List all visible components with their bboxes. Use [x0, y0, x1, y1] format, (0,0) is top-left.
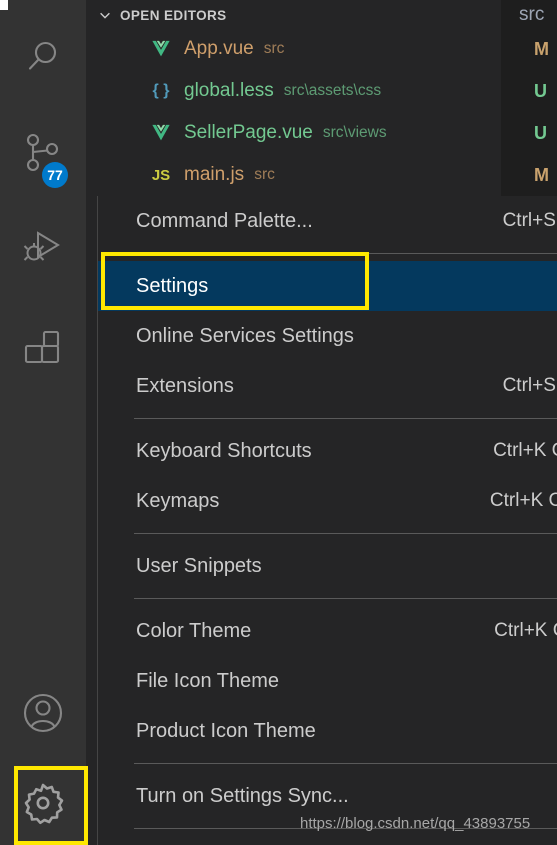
menu-item-label: Online Services Settings — [136, 324, 354, 347]
open-editor-path: src — [254, 166, 275, 183]
menu-item-label: Command Palette... — [136, 209, 313, 232]
activity-run-debug-button[interactable] — [0, 206, 86, 292]
explorer-sidebar: OPEN EDITORS App.vue src M { } global.le… — [86, 0, 549, 196]
open-editor-name: main.js — [184, 164, 245, 185]
extensions-icon — [22, 328, 64, 370]
js-file-icon: JS — [151, 166, 171, 184]
open-editor-name: global.less — [184, 80, 274, 101]
editor-tab-label[interactable]: src — [519, 4, 544, 26]
vscode-window: src OPEN EDITORS App.vue src M {} globa… — [0, 0, 557, 845]
menu-item-shortcut: Ctrl+Shift+P — [502, 210, 557, 231]
menu-item-check-for-updates[interactable]: Check for Updates... — [98, 836, 557, 845]
activity-account-button[interactable] — [0, 670, 86, 756]
menu-item-keymaps[interactable]: Keymaps Ctrl+K Ctrl+M — [98, 476, 557, 526]
open-editor-row[interactable]: SellerPage.vue src\views U — [86, 116, 547, 150]
activity-source-control-button[interactable]: 77 — [0, 110, 86, 196]
open-editor-path: src — [263, 40, 285, 57]
open-editor-row[interactable]: JS main.js src M — [86, 158, 549, 192]
less-file-icon: { } — [152, 82, 170, 99]
open-editor-status: U — [534, 80, 547, 101]
chevron-down-icon[interactable] — [98, 8, 112, 22]
open-editor-path: src\assets\css — [283, 82, 382, 99]
source-control-badge: 77 — [42, 162, 68, 188]
menu-item-label: Keymaps — [136, 489, 220, 512]
run-and-debug-icon — [21, 227, 65, 271]
menu-separator — [134, 763, 557, 764]
open-editor-name: App.vue — [184, 38, 254, 59]
watermark-text: https://blog.csdn.net/qq_43893755 — [300, 815, 531, 832]
open-editor-path: src\views — [322, 124, 387, 141]
activity-manage-button[interactable] — [0, 760, 86, 845]
menu-item-label: Settings — [136, 274, 209, 297]
menu-item-shortcut: Ctrl+K Ctrl+M — [489, 490, 557, 511]
vue-file-icon — [146, 40, 176, 59]
menu-item-label: File Icon Theme — [136, 669, 280, 692]
menu-separator — [134, 598, 557, 599]
open-editors-header[interactable]: OPEN EDITORS — [98, 0, 227, 30]
manage-dropdown-menu: Command Palette... Ctrl+Shift+P Settings… — [97, 196, 557, 845]
menu-item-color-theme[interactable]: Color Theme Ctrl+K Ctrl+T — [98, 606, 557, 656]
open-editor-name: SellerPage.vue — [184, 122, 313, 143]
open-editor-status: M — [534, 164, 549, 185]
open-editors-title: OPEN EDITORS — [120, 7, 227, 23]
menu-separator — [134, 533, 557, 534]
menu-item-shortcut: Ctrl+Shift+X — [502, 375, 557, 396]
menu-item-label: Keyboard Shortcuts — [136, 439, 312, 462]
menu-item-shortcut: Ctrl+K Ctrl+S — [493, 440, 557, 461]
window-corner — [0, 0, 8, 10]
open-editor-row[interactable]: App.vue src M — [86, 32, 549, 66]
menu-item-keyboard-shortcuts[interactable]: Keyboard Shortcuts Ctrl+K Ctrl+S — [98, 426, 557, 476]
menu-item-file-icon-theme[interactable]: File Icon Theme — [98, 656, 557, 706]
open-editor-status: M — [534, 38, 549, 59]
menu-item-turn-on-settings-sync[interactable]: Turn on Settings Sync... — [98, 771, 557, 821]
search-icon — [23, 37, 63, 77]
activity-search-button[interactable] — [0, 14, 86, 100]
menu-item-label: Extensions — [136, 374, 234, 397]
menu-item-settings[interactable]: Settings Ctrl+, — [98, 261, 557, 311]
menu-item-command-palette[interactable]: Command Palette... Ctrl+Shift+P — [98, 196, 557, 246]
open-editor-row[interactable]: { } global.less src\assets\css U — [86, 74, 547, 108]
menu-separator — [134, 418, 557, 419]
menu-separator — [134, 253, 557, 254]
manage-gear-icon — [20, 780, 66, 826]
activity-extensions-button[interactable] — [0, 306, 86, 392]
menu-item-user-snippets[interactable]: User Snippets — [98, 541, 557, 591]
menu-item-label: Turn on Settings Sync... — [136, 784, 349, 807]
menu-item-shortcut: Ctrl+K Ctrl+T — [494, 620, 557, 641]
menu-item-label: Product Icon Theme — [136, 719, 316, 742]
vue-file-icon — [146, 124, 176, 143]
account-icon — [22, 692, 64, 734]
open-editor-status: U — [534, 122, 547, 143]
menu-item-product-icon-theme[interactable]: Product Icon Theme — [98, 706, 557, 756]
menu-item-label: User Snippets — [136, 554, 262, 577]
menu-item-label: Color Theme — [136, 619, 252, 642]
menu-item-online-services-settings[interactable]: Online Services Settings — [98, 311, 557, 361]
activity-bar: 77 — [0, 0, 88, 845]
menu-item-extensions[interactable]: Extensions Ctrl+Shift+X — [98, 361, 557, 411]
